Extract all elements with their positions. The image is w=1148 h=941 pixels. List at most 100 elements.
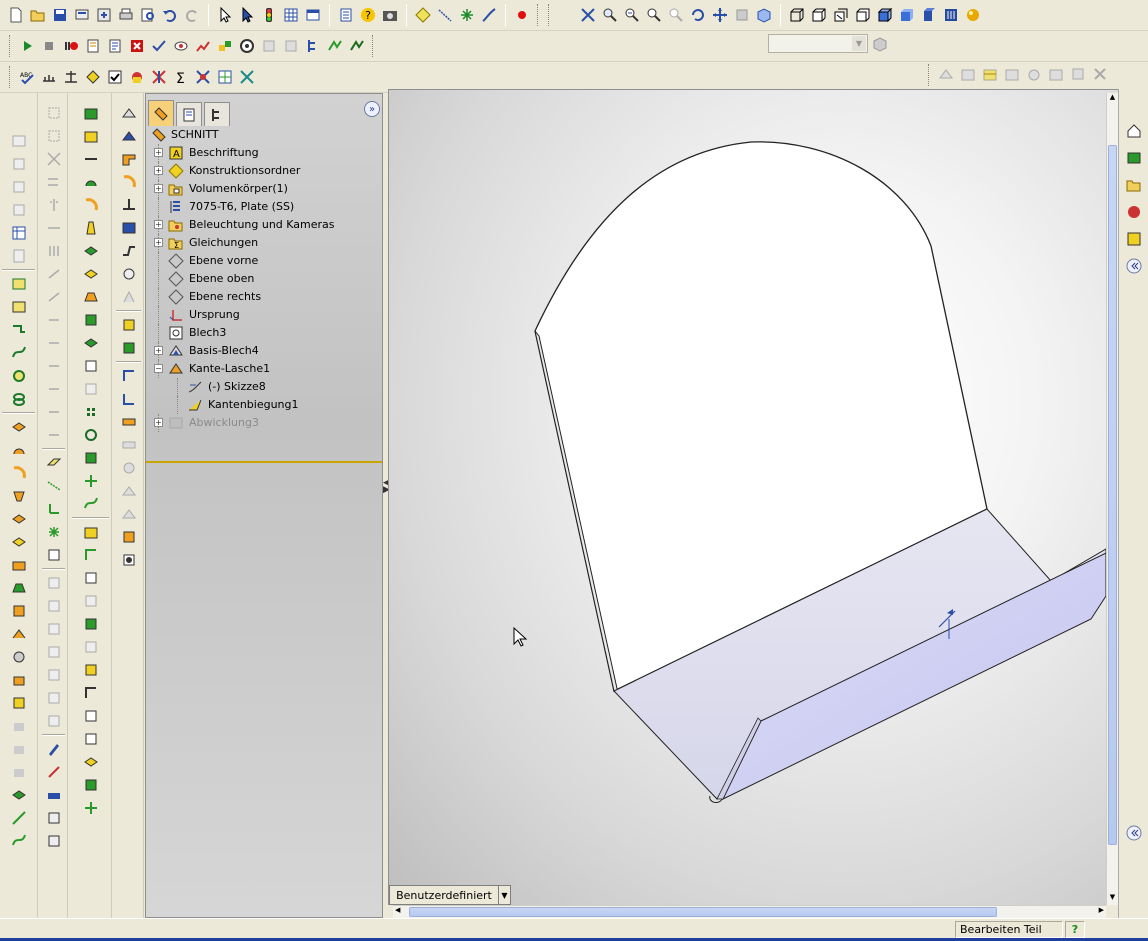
move-icon[interactable]	[44, 218, 64, 238]
f12-icon[interactable]	[81, 356, 101, 376]
vertical-scroll-thumb[interactable]	[1108, 145, 1117, 845]
f16-icon[interactable]	[81, 448, 101, 468]
spline-icon[interactable]	[9, 343, 29, 363]
f9-icon[interactable]	[81, 287, 101, 307]
dim-icon[interactable]	[44, 103, 64, 123]
edge-flange-tool-icon[interactable]	[119, 172, 139, 192]
f26-icon[interactable]	[81, 683, 101, 703]
expand-icon[interactable]: +	[154, 238, 163, 247]
collapse-panel-icon[interactable]: »	[364, 101, 380, 117]
tree-icon[interactable]	[303, 36, 323, 56]
tree-item-schnitt[interactable]: SCHNITT	[146, 126, 382, 144]
s3-icon[interactable]	[44, 619, 64, 639]
mate-ref-icon[interactable]	[44, 545, 64, 565]
tree-item-kante-lasche1[interactable]: − Kante-Lasche1	[146, 360, 382, 378]
properties-icon[interactable]	[336, 5, 356, 25]
copy-icon[interactable]	[9, 154, 29, 174]
relation5-icon[interactable]	[44, 356, 64, 376]
graphics-area[interactable]: Y Z X	[388, 89, 1118, 905]
mate-icon[interactable]	[325, 36, 345, 56]
chevron-down-icon[interactable]: ▼	[852, 36, 866, 51]
vertical-scrollbar[interactable]: ▲ ▼	[1106, 93, 1118, 905]
line-icon[interactable]	[435, 5, 455, 25]
spiral-icon[interactable]	[9, 389, 29, 409]
stack-blue2-icon[interactable]	[44, 831, 64, 851]
expand-icon[interactable]: +	[154, 148, 163, 157]
expand-icon[interactable]: +	[154, 166, 163, 175]
file-explorer-icon[interactable]	[1124, 175, 1144, 195]
relation-icon[interactable]	[44, 264, 64, 284]
extrude-icon[interactable]	[9, 417, 29, 437]
thickness-icon[interactable]	[1002, 64, 1022, 84]
check-icon[interactable]	[105, 67, 125, 87]
shell-icon[interactable]	[9, 601, 29, 621]
checkmark-icon[interactable]	[149, 36, 169, 56]
compare-icon[interactable]	[237, 67, 257, 87]
design-library-icon[interactable]	[1124, 148, 1144, 168]
relation7-icon[interactable]	[44, 402, 64, 422]
geometry-analysis-icon[interactable]	[127, 67, 147, 87]
stack-icon[interactable]	[9, 177, 29, 197]
zoom-to-selection-icon[interactable]	[644, 5, 664, 25]
gray3-icon[interactable]	[9, 762, 29, 782]
expand-icon[interactable]: +	[154, 418, 163, 427]
closed-corner-icon[interactable]	[119, 315, 139, 335]
relation3-icon[interactable]	[44, 310, 64, 330]
f24-icon[interactable]	[81, 637, 101, 657]
point-icon[interactable]	[457, 5, 477, 25]
tree-item-beschriftung[interactable]: + A Beschriftung	[146, 144, 382, 162]
welded-corner-icon[interactable]	[119, 338, 139, 358]
mirror-icon[interactable]	[44, 195, 64, 215]
tree-item-ebene-vorne[interactable]: Ebene vorne	[146, 252, 382, 270]
parting-line-icon[interactable]	[980, 64, 1000, 84]
f18-icon[interactable]	[81, 494, 101, 514]
tree-item-abwicklung3[interactable]: + Abwicklung3	[146, 414, 382, 432]
wrap-icon[interactable]	[9, 647, 29, 667]
mate2-icon[interactable]	[347, 36, 367, 56]
feature-manager-tab[interactable]	[148, 100, 174, 126]
chart-icon[interactable]	[193, 36, 213, 56]
smart-dimension-icon[interactable]	[479, 5, 499, 25]
curvature-icon[interactable]	[1024, 64, 1044, 84]
unfold-icon[interactable]	[119, 366, 139, 386]
f23-icon[interactable]	[81, 614, 101, 634]
tree-item-ursprung[interactable]: Ursprung	[146, 306, 382, 324]
rebuild-icon[interactable]	[259, 5, 279, 25]
pan-icon[interactable]	[710, 5, 730, 25]
appearance-icon[interactable]	[963, 5, 983, 25]
dim2-icon[interactable]	[44, 126, 64, 146]
horizontal-scrollbar[interactable]: ◀ ▶	[393, 905, 1106, 918]
f2-icon[interactable]	[81, 126, 101, 146]
tree-item-gleichungen[interactable]: + Σ Gleichungen	[146, 234, 382, 252]
shaded-edges-outline-icon[interactable]	[853, 5, 873, 25]
gray2-icon[interactable]	[9, 739, 29, 759]
new-icon[interactable]	[6, 5, 26, 25]
chamfer-icon[interactable]	[9, 555, 29, 575]
f19-icon[interactable]	[81, 522, 101, 542]
relation4-icon[interactable]	[44, 333, 64, 353]
tree-item-skizze8[interactable]: (-) Skizze8	[146, 378, 382, 396]
zebra-icon[interactable]	[1046, 64, 1066, 84]
f27-icon[interactable]	[81, 706, 101, 726]
view-palette-icon[interactable]	[1124, 202, 1144, 222]
f6-icon[interactable]	[81, 218, 101, 238]
corner-relief-icon[interactable]	[119, 504, 139, 524]
tree-item-beleuchtung-und-kameras[interactable]: + Beleuchtung und Kameras	[146, 216, 382, 234]
doc-icon[interactable]	[9, 246, 29, 266]
redo-icon[interactable]	[182, 5, 202, 25]
green-part-icon[interactable]	[9, 785, 29, 805]
layer-icon[interactable]	[303, 5, 323, 25]
appearances-icon[interactable]	[1124, 229, 1144, 249]
boundary-icon[interactable]	[9, 509, 29, 529]
new-macro-icon[interactable]	[83, 36, 103, 56]
stack-blue-icon[interactable]	[44, 808, 64, 828]
gray1-icon[interactable]	[9, 716, 29, 736]
configuration-combo[interactable]: ▼	[768, 34, 868, 53]
print-preview-icon[interactable]	[72, 5, 92, 25]
convert-icon[interactable]	[119, 126, 139, 146]
curves-icon[interactable]	[9, 831, 29, 851]
table-icon[interactable]	[9, 131, 29, 151]
tree-item-basis-blech4[interactable]: + Basis-Blech4	[146, 342, 382, 360]
tree-item-volumenkörper-1[interactable]: + Volumenkörper(1)	[146, 180, 382, 198]
tree-item-ebene-oben[interactable]: Ebene oben	[146, 270, 382, 288]
